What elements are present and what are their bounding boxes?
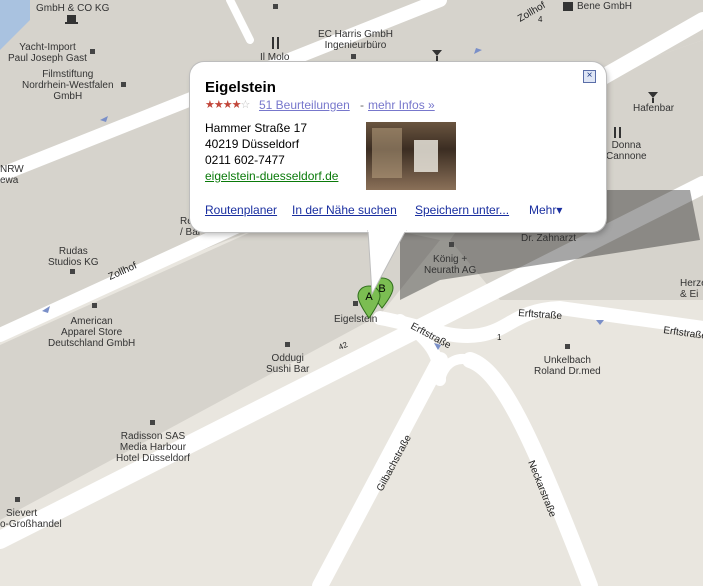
star-full-icon: ★ — [213, 99, 224, 111]
place-american-apparel: American Apparel Store Deutschland GmbH — [48, 316, 136, 349]
poi-dot — [565, 344, 570, 349]
save-to-link[interactable]: Speichern unter... — [415, 203, 509, 217]
road-number-1: 1 — [497, 333, 502, 342]
star-full-icon: ★ — [205, 99, 215, 111]
shopping-icon — [563, 2, 573, 11]
website-link[interactable]: eigelstein-duesseldorf.de — [205, 169, 338, 183]
place-photo[interactable] — [366, 122, 456, 190]
place-yacht-import: Yacht-Import Paul Joseph Gast — [8, 42, 87, 64]
poi-dot — [351, 54, 356, 59]
poi-dot — [15, 497, 20, 502]
reviews-link[interactable]: 51 Beurteilungen — [259, 98, 350, 112]
poi-dot — [70, 269, 75, 274]
place-oddugi: Oddugi Sushi Bar — [266, 353, 310, 375]
place-zahnarzt: Dr. Zahnarzt — [521, 233, 577, 244]
directions-link[interactable]: Routenplaner — [205, 203, 277, 217]
place-herzog: Herze & Ei — [680, 278, 703, 300]
place-donna: Donna Cannone — [606, 140, 647, 162]
link-separator: - — [360, 98, 364, 112]
place-filmstiftung: Filmstiftung Nordrhein-Westfalen GmbH — [22, 69, 114, 102]
address-street: Hammer Straße 17 — [205, 121, 308, 135]
place-title: Eigelstein — [205, 79, 276, 96]
info-window-tail — [367, 230, 407, 296]
place-ec-harris: EC Harris GmbH Ingenieurbüro — [318, 29, 394, 51]
poi-dot — [285, 342, 290, 347]
place-koenig-neurath: König + Neurath AG — [424, 254, 477, 276]
photo-menu-board — [414, 140, 438, 172]
place-bene: Bene GmbH — [577, 1, 633, 12]
poi-dot — [273, 4, 278, 9]
more-info-link[interactable]: mehr Infos » — [368, 98, 435, 112]
place-nrw: NRW ewa — [0, 164, 24, 186]
star-half-icon: ★ — [231, 99, 242, 111]
star-empty-icon: ☆ — [240, 99, 251, 111]
place-radisson: Radisson SAS Media Harbour Hotel Düsseld… — [116, 431, 190, 464]
address-city: 40219 Düsseldorf — [205, 137, 300, 151]
place-sievert: Sievert o-Großhandel — [0, 508, 62, 530]
rating-stars: ★★★★☆ — [205, 98, 251, 111]
star-full-icon: ★ — [222, 99, 233, 111]
poi-dot — [150, 420, 155, 425]
place-rudas: Rudas Studios KG — [48, 246, 99, 268]
place-unkelbach: Unkelbach Roland Dr.med — [534, 355, 601, 377]
close-icon[interactable]: × — [583, 70, 596, 83]
phone-number: 0211 602-7477 — [205, 153, 285, 167]
poi-dot — [90, 49, 95, 54]
poi-dot — [92, 303, 97, 308]
place-gmbh-co-kg: GmbH & CO KG — [36, 3, 110, 14]
place-hafenbar: Hafenbar — [633, 103, 675, 114]
photo-window — [372, 128, 402, 178]
more-actions-dropdown[interactable]: Mehr▾ — [529, 203, 562, 217]
info-window: Eigelstein ★★★★☆ 51 Beurteilungen - mehr… — [190, 62, 606, 232]
search-nearby-link[interactable]: In der Nähe suchen — [292, 203, 397, 217]
road-number-4: 4 — [538, 15, 543, 24]
poi-dot — [449, 242, 454, 247]
poi-dot — [121, 82, 126, 87]
